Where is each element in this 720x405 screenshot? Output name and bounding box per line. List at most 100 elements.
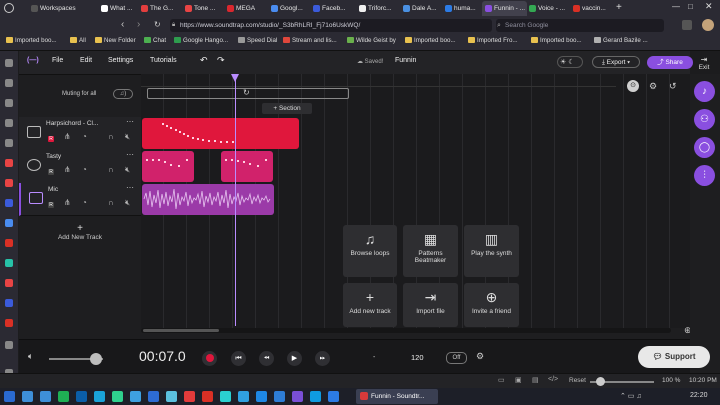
bookmark-0[interactable]: Imported boo... [6, 37, 57, 44]
record-button[interactable] [202, 351, 217, 366]
web-panel-icon[interactable] [5, 159, 13, 167]
mute-icon[interactable]: 🔇︎ [125, 198, 130, 208]
taskbar-app-icon[interactable] [184, 391, 195, 402]
history-icon[interactable] [5, 99, 13, 107]
menu-file[interactable]: File [52, 57, 63, 64]
browser-menu-icon[interactable] [4, 3, 14, 13]
bookmark-9[interactable]: Imported Fro... [468, 37, 518, 44]
add-section-button[interactable]: + Section [262, 103, 312, 114]
bookmarks-panel-icon[interactable] [5, 59, 13, 67]
master-volume-slider[interactable] [49, 353, 103, 365]
url-input[interactable]: 🔒︎ https://www.soundtrap.com/studio/_S3b… [170, 19, 492, 32]
headphones-icon[interactable]: ∩ [108, 165, 114, 174]
taskbar-app-icon[interactable] [292, 391, 303, 402]
zoom-slider-handle[interactable] [596, 377, 605, 386]
tab-8[interactable]: Dale A... [400, 1, 443, 16]
code-icon[interactable]: </> [548, 376, 558, 383]
exit-button[interactable]: ⇥ Exit [694, 55, 714, 71]
tuner-icon[interactable]: ⋔ [64, 165, 71, 174]
chat-icon[interactable]: ◯ [694, 137, 715, 158]
reload-icon[interactable]: ↻ [154, 20, 161, 29]
master-volume-icon[interactable]: 🔈︎ [28, 351, 33, 362]
image-icon[interactable]: ▤ [532, 376, 539, 384]
patterns-beatmaker-card[interactable]: ▦ Patterns Beatmaker [403, 225, 458, 277]
tuner-icon[interactable]: ⋔ [64, 132, 71, 141]
browse-loops-card[interactable]: ♫ Browse loops [343, 225, 397, 277]
scrollbar-thumb[interactable] [143, 329, 219, 332]
tile-icon[interactable]: ▣ [515, 376, 522, 384]
minimize-window-icon[interactable]: — [672, 2, 680, 11]
bookmark-8[interactable]: Imported boo... [405, 37, 456, 44]
track-options-icon[interactable]: ⋯ [126, 183, 134, 192]
tempo-display[interactable]: 120 [411, 353, 424, 362]
taskbar-app-icon[interactable] [310, 391, 321, 402]
taskbar-app-icon[interactable] [238, 391, 249, 402]
clip-tasty-2[interactable] [221, 151, 273, 182]
play-synth-card[interactable]: ▥ Play the synth [464, 225, 519, 277]
soundtrap-logo[interactable]: (—) [27, 57, 39, 64]
bookmark-4[interactable]: Google Hango... [174, 37, 228, 44]
volume-knob-icon[interactable]: ◔ [82, 198, 87, 207]
tab-4[interactable]: MEGA [224, 1, 269, 16]
tab-3[interactable]: Tone ... [182, 1, 225, 16]
add-panel-icon[interactable] [5, 341, 13, 349]
taskbar-active-window[interactable]: Funnin - Soundtr... [356, 389, 438, 404]
taskbar-app-icon[interactable] [22, 391, 33, 402]
window-panel-icon[interactable] [5, 139, 13, 147]
bookmark-2[interactable]: New Folder [95, 37, 136, 44]
loop-region[interactable]: ↻ [147, 88, 349, 99]
taskbar-app-icon[interactable] [94, 391, 105, 402]
record-arm-button[interactable]: R [48, 169, 54, 175]
web-panel-icon[interactable] [5, 179, 13, 187]
invite-friend-card[interactable]: ⊕ Invite a friend [464, 283, 519, 327]
playhead[interactable] [235, 76, 236, 326]
tab-workspaces[interactable]: Workspaces [28, 1, 101, 16]
skip-to-start-button[interactable]: ⏮︎ [231, 351, 246, 366]
tuner-icon[interactable]: ⋔ [64, 198, 71, 207]
taskbar-app-icon[interactable] [220, 391, 231, 402]
tray-icons[interactable]: ⌃ ▭ ♫ [620, 392, 642, 400]
menu-tutorials[interactable]: Tutorials [150, 57, 177, 64]
start-icon[interactable] [4, 391, 15, 402]
maximize-window-icon[interactable]: □ [688, 2, 693, 11]
tab-12[interactable]: vaccin... [570, 1, 615, 16]
key-display[interactable]: - [373, 354, 375, 361]
record-arm-button[interactable]: R [48, 202, 54, 208]
track-header-harpsichord[interactable]: Harpsichord - Cl... ⋯ R ⋔ ◔ ∩ 🔇︎ [19, 117, 141, 151]
track-header-tasty[interactable]: Tasty ⋯ R ⋔ ◔ ∩ 🔇︎ [19, 150, 141, 184]
clip-tasty-1[interactable] [142, 151, 194, 182]
mute-icon[interactable]: 🔇︎ [125, 132, 130, 142]
web-panel-icon[interactable] [5, 279, 13, 287]
track-options-icon[interactable]: ⋯ [126, 150, 134, 159]
tab-2[interactable]: The G... [138, 1, 183, 16]
web-panel-icon[interactable] [5, 319, 13, 327]
tab-7[interactable]: Triforc... [356, 1, 401, 16]
mixer-icon[interactable]: ⫶ [694, 165, 715, 186]
taskbar-app-icon[interactable] [274, 391, 285, 402]
history-icon[interactable]: ↺ [669, 81, 677, 92]
share-button[interactable]: ⤴ Share [647, 56, 693, 69]
sync-icon[interactable]: ▭ [498, 376, 505, 384]
back-icon[interactable]: ‹ [121, 19, 124, 30]
taskbar-app-icon[interactable] [58, 391, 69, 402]
collaborators-icon[interactable]: ⚇ [694, 109, 715, 130]
web-panel-icon[interactable] [5, 299, 13, 307]
tab-funnin-active[interactable]: Funnin - ... [482, 1, 527, 16]
notes-icon[interactable] [5, 119, 13, 127]
project-title[interactable]: Funnin [395, 57, 416, 64]
add-new-track-button[interactable]: + Add New Track [40, 223, 120, 241]
volume-knob-icon[interactable]: ◔ [82, 165, 87, 174]
profile-avatar[interactable] [702, 19, 714, 31]
bookmark-11[interactable]: Gerard Bazile ... [594, 37, 648, 44]
track-header-mic[interactable]: Mic ⋯ R ⋔ ◔ ∩ 🔇︎ [19, 183, 141, 216]
taskbar-app-icon[interactable] [202, 391, 213, 402]
horizontal-scrollbar[interactable] [141, 328, 671, 333]
track-name[interactable]: Mic [48, 186, 58, 193]
clip-harpsichord[interactable] [142, 118, 299, 149]
music-note-icon[interactable]: ♪ [694, 81, 715, 102]
fast-forward-button[interactable]: ⏩︎ [315, 351, 330, 366]
bookmark-10[interactable]: Imported boo... [531, 37, 582, 44]
timeline-settings-icon[interactable]: ⊙ [627, 80, 639, 92]
tab-6[interactable]: Faceb... [310, 1, 357, 16]
page-zoom-slider[interactable] [590, 377, 654, 386]
